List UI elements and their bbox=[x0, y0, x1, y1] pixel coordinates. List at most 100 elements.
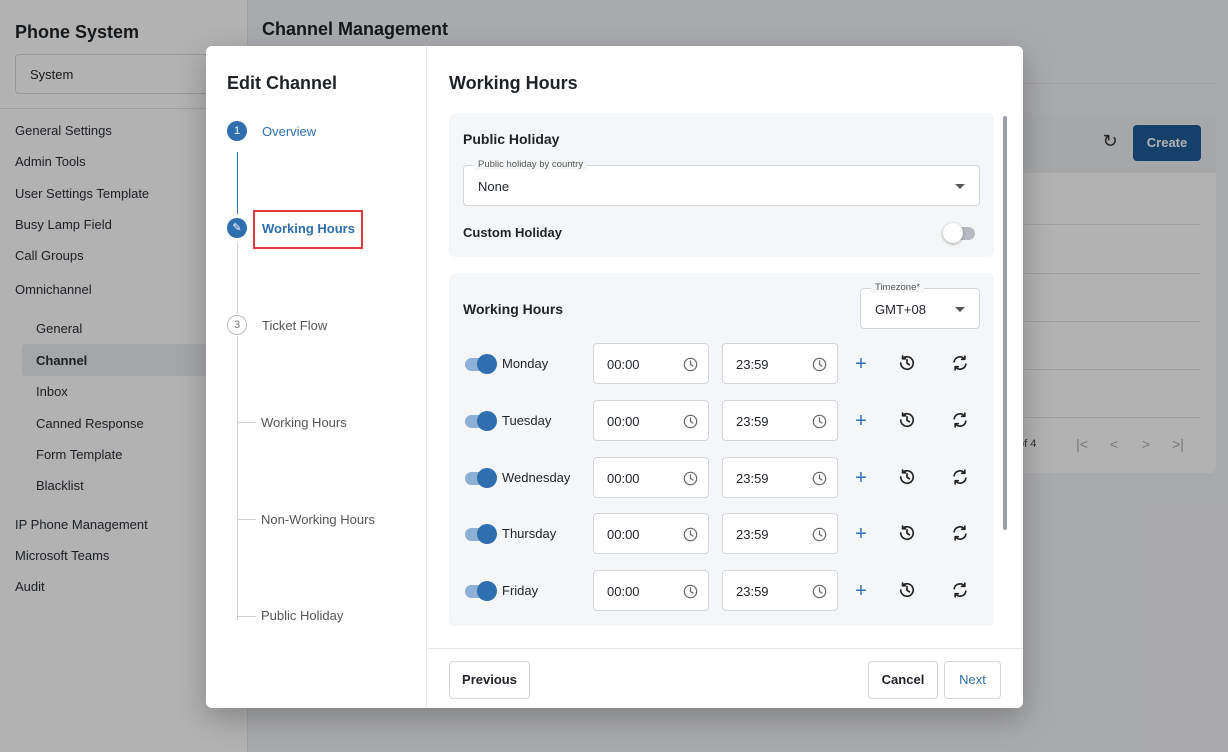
edit-channel-dialog: Edit Channel 1 Overview ✎ Working Hours … bbox=[206, 46, 1023, 708]
sync-icon[interactable] bbox=[949, 523, 971, 545]
step-1-circle: 1 bbox=[227, 121, 247, 141]
day-label: Monday bbox=[502, 356, 549, 371]
substep-tick bbox=[238, 519, 256, 520]
sync-icon[interactable] bbox=[949, 580, 971, 602]
public-holiday-panel: Public Holiday Public holiday by country… bbox=[449, 113, 994, 257]
clock-icon[interactable] bbox=[683, 584, 698, 599]
previous-button[interactable]: Previous bbox=[449, 661, 530, 699]
step-working-hours[interactable]: Working Hours bbox=[262, 221, 355, 236]
chevron-down-icon bbox=[955, 184, 965, 189]
start-time-value: 00:00 bbox=[607, 527, 640, 542]
timezone-label: Timezone* bbox=[871, 282, 925, 293]
toggle-knob bbox=[477, 354, 497, 374]
day-enabled-toggle[interactable] bbox=[463, 468, 497, 488]
step-connector bbox=[237, 152, 238, 214]
add-time-range-icon[interactable]: + bbox=[850, 580, 872, 602]
working-hours-panel: Working Hours Timezone* GMT+08 Monday 00:… bbox=[449, 273, 994, 626]
day-enabled-toggle[interactable] bbox=[463, 411, 497, 431]
clock-icon[interactable] bbox=[812, 414, 827, 429]
history-icon[interactable] bbox=[896, 523, 918, 545]
end-time-field[interactable]: 23:59 bbox=[722, 343, 838, 384]
start-time-value: 00:00 bbox=[607, 471, 640, 486]
holiday-country-select[interactable]: Public holiday by country None bbox=[463, 159, 980, 206]
step-overview[interactable]: Overview bbox=[262, 124, 316, 139]
end-time-value: 23:59 bbox=[736, 527, 769, 542]
clock-icon[interactable] bbox=[812, 357, 827, 372]
step-ticket-flow[interactable]: Ticket Flow bbox=[262, 318, 327, 333]
custom-holiday-toggle[interactable] bbox=[943, 223, 977, 243]
history-icon[interactable] bbox=[896, 467, 918, 489]
dialog-title: Edit Channel bbox=[227, 73, 338, 93]
clock-icon[interactable] bbox=[683, 527, 698, 542]
clock-icon[interactable] bbox=[683, 357, 698, 372]
substep-tick bbox=[238, 422, 256, 423]
sync-icon[interactable] bbox=[949, 410, 971, 432]
end-time-value: 23:59 bbox=[736, 584, 769, 599]
toggle-knob bbox=[943, 223, 963, 243]
start-time-field[interactable]: 00:00 bbox=[593, 343, 709, 384]
timezone-select[interactable]: Timezone* GMT+08 bbox=[860, 282, 980, 329]
add-time-range-icon[interactable]: + bbox=[850, 467, 872, 489]
end-time-field[interactable]: 23:59 bbox=[722, 570, 838, 611]
clock-icon[interactable] bbox=[683, 471, 698, 486]
start-time-value: 00:00 bbox=[607, 357, 640, 372]
end-time-field[interactable]: 23:59 bbox=[722, 457, 838, 498]
day-enabled-toggle[interactable] bbox=[463, 354, 497, 374]
substep-tick bbox=[238, 616, 256, 617]
clock-icon[interactable] bbox=[812, 471, 827, 486]
cancel-button[interactable]: Cancel bbox=[868, 661, 938, 699]
day-row: Monday 00:00 23:59 + bbox=[463, 343, 993, 385]
history-icon[interactable] bbox=[896, 410, 918, 432]
end-time-field[interactable]: 23:59 bbox=[722, 400, 838, 441]
start-time-field[interactable]: 00:00 bbox=[593, 457, 709, 498]
step-connector bbox=[237, 336, 238, 620]
toggle-knob bbox=[477, 468, 497, 488]
dialog-footer: Previous Cancel Next bbox=[428, 648, 1023, 708]
day-label: Friday bbox=[502, 583, 539, 598]
scrollbar[interactable] bbox=[1003, 116, 1007, 530]
day-row: Thursday 00:00 23:59 + bbox=[463, 513, 993, 555]
holiday-country-label: Public holiday by country bbox=[474, 159, 588, 170]
sync-icon[interactable] bbox=[949, 353, 971, 375]
start-time-value: 00:00 bbox=[607, 414, 640, 429]
substep-non-working-hours[interactable]: Non-Working Hours bbox=[261, 512, 375, 527]
section-title: Working Hours bbox=[449, 73, 578, 93]
start-time-field[interactable]: 00:00 bbox=[593, 400, 709, 441]
sync-icon[interactable] bbox=[949, 467, 971, 489]
day-enabled-toggle[interactable] bbox=[463, 524, 497, 544]
day-enabled-toggle[interactable] bbox=[463, 581, 497, 601]
day-row: Tuesday 00:00 23:59 + bbox=[463, 400, 993, 442]
custom-holiday-label: Custom Holiday bbox=[463, 225, 562, 240]
add-time-range-icon[interactable]: + bbox=[850, 410, 872, 432]
substep-working-hours[interactable]: Working Hours bbox=[261, 415, 347, 430]
add-time-range-icon[interactable]: + bbox=[850, 523, 872, 545]
clock-icon[interactable] bbox=[812, 584, 827, 599]
end-time-value: 23:59 bbox=[736, 414, 769, 429]
public-holiday-title: Public Holiday bbox=[463, 131, 560, 147]
clock-icon[interactable] bbox=[683, 414, 698, 429]
history-icon[interactable] bbox=[896, 580, 918, 602]
clock-icon[interactable] bbox=[812, 527, 827, 542]
holiday-country-value: None bbox=[478, 179, 510, 194]
next-button[interactable]: Next bbox=[944, 661, 1001, 699]
substep-public-holiday[interactable]: Public Holiday bbox=[261, 608, 343, 623]
pencil-icon: ✎ bbox=[227, 218, 247, 238]
start-time-field[interactable]: 00:00 bbox=[593, 570, 709, 611]
end-time-value: 23:59 bbox=[736, 357, 769, 372]
day-row: Wednesday 00:00 23:59 + bbox=[463, 457, 993, 499]
toggle-knob bbox=[477, 581, 497, 601]
start-time-field[interactable]: 00:00 bbox=[593, 513, 709, 554]
day-row: Friday 00:00 23:59 + bbox=[463, 570, 993, 612]
working-hours-title: Working Hours bbox=[463, 301, 564, 317]
timezone-value: GMT+08 bbox=[875, 302, 926, 317]
toggle-knob bbox=[477, 411, 497, 431]
day-label: Thursday bbox=[502, 526, 557, 541]
day-label: Tuesday bbox=[502, 413, 552, 428]
start-time-value: 00:00 bbox=[607, 584, 640, 599]
step-connector bbox=[237, 242, 238, 314]
step-3-circle: 3 bbox=[227, 315, 247, 335]
add-time-range-icon[interactable]: + bbox=[850, 353, 872, 375]
history-icon[interactable] bbox=[896, 353, 918, 375]
toggle-knob bbox=[477, 524, 497, 544]
end-time-field[interactable]: 23:59 bbox=[722, 513, 838, 554]
